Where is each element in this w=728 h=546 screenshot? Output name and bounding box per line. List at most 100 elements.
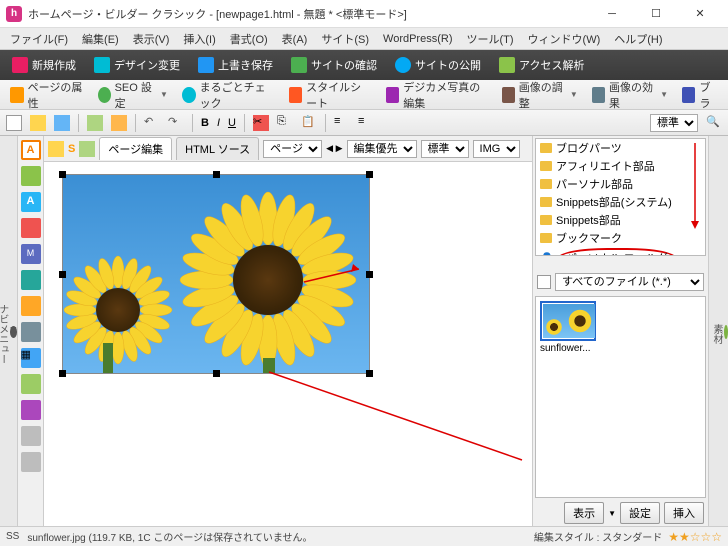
menu-bar: ファイル(F) 編集(E) 表示(V) 挿入(I) 書式(O) 表(A) サイト… xyxy=(0,28,728,50)
tb-publish[interactable]: サイトの公開 xyxy=(389,54,487,76)
edit-priority-select[interactable]: 編集優先 xyxy=(347,140,417,158)
logo-tool-icon[interactable]: A xyxy=(21,192,41,212)
close-button[interactable]: ✕ xyxy=(678,0,722,28)
minimize-button[interactable]: ─ xyxy=(590,0,634,28)
tb2-imageeffect[interactable]: 画像の効果▼ xyxy=(588,76,672,114)
tb2-extra[interactable]: ブラ xyxy=(678,76,722,114)
menu-edit[interactable]: 編集(E) xyxy=(76,29,125,49)
menu-window[interactable]: ウィンドウ(W) xyxy=(522,29,607,49)
zoom-icon[interactable]: 🔍 xyxy=(706,115,722,131)
tb-design[interactable]: デザイン変更 xyxy=(88,54,186,76)
align-left-icon[interactable]: ≡ xyxy=(334,115,350,131)
animation-tool-icon[interactable] xyxy=(21,322,41,342)
panel-buttons: 表示▼ 設定 挿入 xyxy=(533,500,708,526)
edit-canvas[interactable] xyxy=(44,162,532,526)
tb-sitecheck[interactable]: サイトの確認 xyxy=(285,54,383,76)
tb2-imageadjust[interactable]: 画像の調整▼ xyxy=(498,76,582,114)
eye-icon[interactable] xyxy=(79,141,95,157)
menu-file[interactable]: ファイル(F) xyxy=(4,29,74,49)
shape-tool-icon[interactable] xyxy=(21,166,41,186)
save-small-icon[interactable] xyxy=(54,115,70,131)
print-icon[interactable] xyxy=(87,115,103,131)
resize-handle-nw[interactable] xyxy=(59,171,66,178)
copy-icon[interactable]: ⎘ xyxy=(277,115,293,131)
tb-access[interactable]: アクセス解析 xyxy=(493,54,590,76)
tb-new[interactable]: 新規作成 xyxy=(6,54,82,76)
button-tool-icon[interactable] xyxy=(21,270,41,290)
pageprops-icon xyxy=(10,87,24,103)
menu-view[interactable]: 表示(V) xyxy=(127,29,176,49)
menu-help[interactable]: ヘルプ(H) xyxy=(608,29,668,49)
s-icon[interactable]: S xyxy=(68,143,75,155)
folder-icon xyxy=(540,197,552,207)
resize-handle-w[interactable] xyxy=(59,271,66,278)
map-tool-icon[interactable]: M xyxy=(21,244,41,264)
settings-button[interactable]: 設定 xyxy=(620,502,660,524)
nav-arrows[interactable]: ◀ ▶ xyxy=(326,143,342,154)
tab-page-edit[interactable]: ページ編集 xyxy=(99,137,172,160)
tree-item-highlighted[interactable]: 👤パーソナル フォルダ xyxy=(536,247,705,256)
file-list[interactable]: sunflower... xyxy=(535,296,706,498)
maximize-button[interactable]: ☐ xyxy=(634,0,678,28)
audio-tool-icon[interactable] xyxy=(21,374,41,394)
resize-handle-se[interactable] xyxy=(366,370,373,377)
menu-wordpress[interactable]: WordPress(R) xyxy=(377,31,458,47)
menu-insert[interactable]: 挿入(I) xyxy=(177,29,221,49)
resize-handle-ne[interactable] xyxy=(366,171,373,178)
page-select[interactable]: ページ xyxy=(263,140,322,158)
open-icon[interactable] xyxy=(30,115,46,131)
paste-icon[interactable]: 📋 xyxy=(301,115,317,131)
cut-icon[interactable]: ✂ xyxy=(253,115,269,131)
format-toolbar: ↶ ↷ B I U ✂ ⎘ 📋 ≡ ≡ 標準 🔍 xyxy=(0,110,728,136)
resize-handle-s[interactable] xyxy=(213,370,220,377)
img-select[interactable]: IMG xyxy=(473,140,520,158)
sunflower-image xyxy=(63,175,369,373)
folder-tree[interactable]: ブログパーツ アフィリエイト部品 パーソナル部品 Snippets部品(システム… xyxy=(535,138,706,256)
rollover-tool-icon[interactable] xyxy=(21,296,41,316)
nav-tab[interactable]: N ナビメニュー xyxy=(0,136,18,526)
misc2-tool-icon[interactable] xyxy=(21,452,41,472)
seo-icon xyxy=(98,87,111,103)
align-center-icon[interactable]: ≡ xyxy=(358,115,374,131)
work-area: N ナビメニュー A A M ▦ S ページ編集 HTML ソース ページ ◀ … xyxy=(0,136,728,526)
view-button[interactable]: 表示 xyxy=(564,502,604,524)
menu-format[interactable]: 書式(O) xyxy=(224,29,274,49)
material-tab[interactable]: 素材 xyxy=(708,136,728,526)
bold-icon[interactable]: B xyxy=(201,117,209,129)
resize-handle-n[interactable] xyxy=(213,171,220,178)
style-select[interactable]: 標準 xyxy=(650,114,698,132)
tb2-digicam[interactable]: デジカメ写真の編集 xyxy=(382,76,492,114)
tb-publish-label: サイトの公開 xyxy=(415,57,481,73)
underline-icon[interactable]: U xyxy=(228,117,236,129)
resize-handle-sw[interactable] xyxy=(59,370,66,377)
file-filter-select[interactable]: すべてのファイル (*.*) xyxy=(555,273,704,291)
save-icon xyxy=(198,57,214,73)
video-tool-icon[interactable] xyxy=(21,400,41,420)
tb2-pageprops[interactable]: ページの属性 xyxy=(6,76,88,114)
selected-image[interactable] xyxy=(62,174,370,374)
standard-select[interactable]: 標準 xyxy=(421,140,469,158)
insert-button[interactable]: 挿入 xyxy=(664,502,704,524)
redo-icon[interactable]: ↷ xyxy=(168,115,184,131)
rating-stars[interactable]: ★★☆☆☆ xyxy=(668,530,722,544)
tab-html-source[interactable]: HTML ソース xyxy=(176,137,259,160)
menu-site[interactable]: サイト(S) xyxy=(315,29,375,49)
tb2-seo[interactable]: SEO 設定▼ xyxy=(94,76,172,114)
undo-icon[interactable]: ↶ xyxy=(144,115,160,131)
image-tool-icon[interactable] xyxy=(21,218,41,238)
file-thumbnail[interactable] xyxy=(540,301,596,341)
tb2-stylesheet[interactable]: スタイルシート xyxy=(285,76,376,114)
menu-table[interactable]: 表(A) xyxy=(276,29,314,49)
text-tool-icon[interactable]: A xyxy=(21,140,41,160)
menu-tool[interactable]: ツール(T) xyxy=(461,29,520,49)
resize-handle-e[interactable] xyxy=(366,271,373,278)
misc-tool-icon[interactable] xyxy=(21,426,41,446)
tb-save[interactable]: 上書き保存 xyxy=(192,54,279,76)
new-doc-icon[interactable] xyxy=(6,115,22,131)
doc-icon[interactable] xyxy=(48,141,64,157)
status-file: sunflower.jpg (119.7 KB, 1C このページは保存されてい… xyxy=(27,529,312,544)
italic-icon[interactable]: I xyxy=(217,117,220,129)
preview-icon[interactable] xyxy=(111,115,127,131)
table-tool-icon[interactable]: ▦ xyxy=(21,348,41,368)
tb2-marugoto[interactable]: まるごとチェック xyxy=(178,76,279,114)
